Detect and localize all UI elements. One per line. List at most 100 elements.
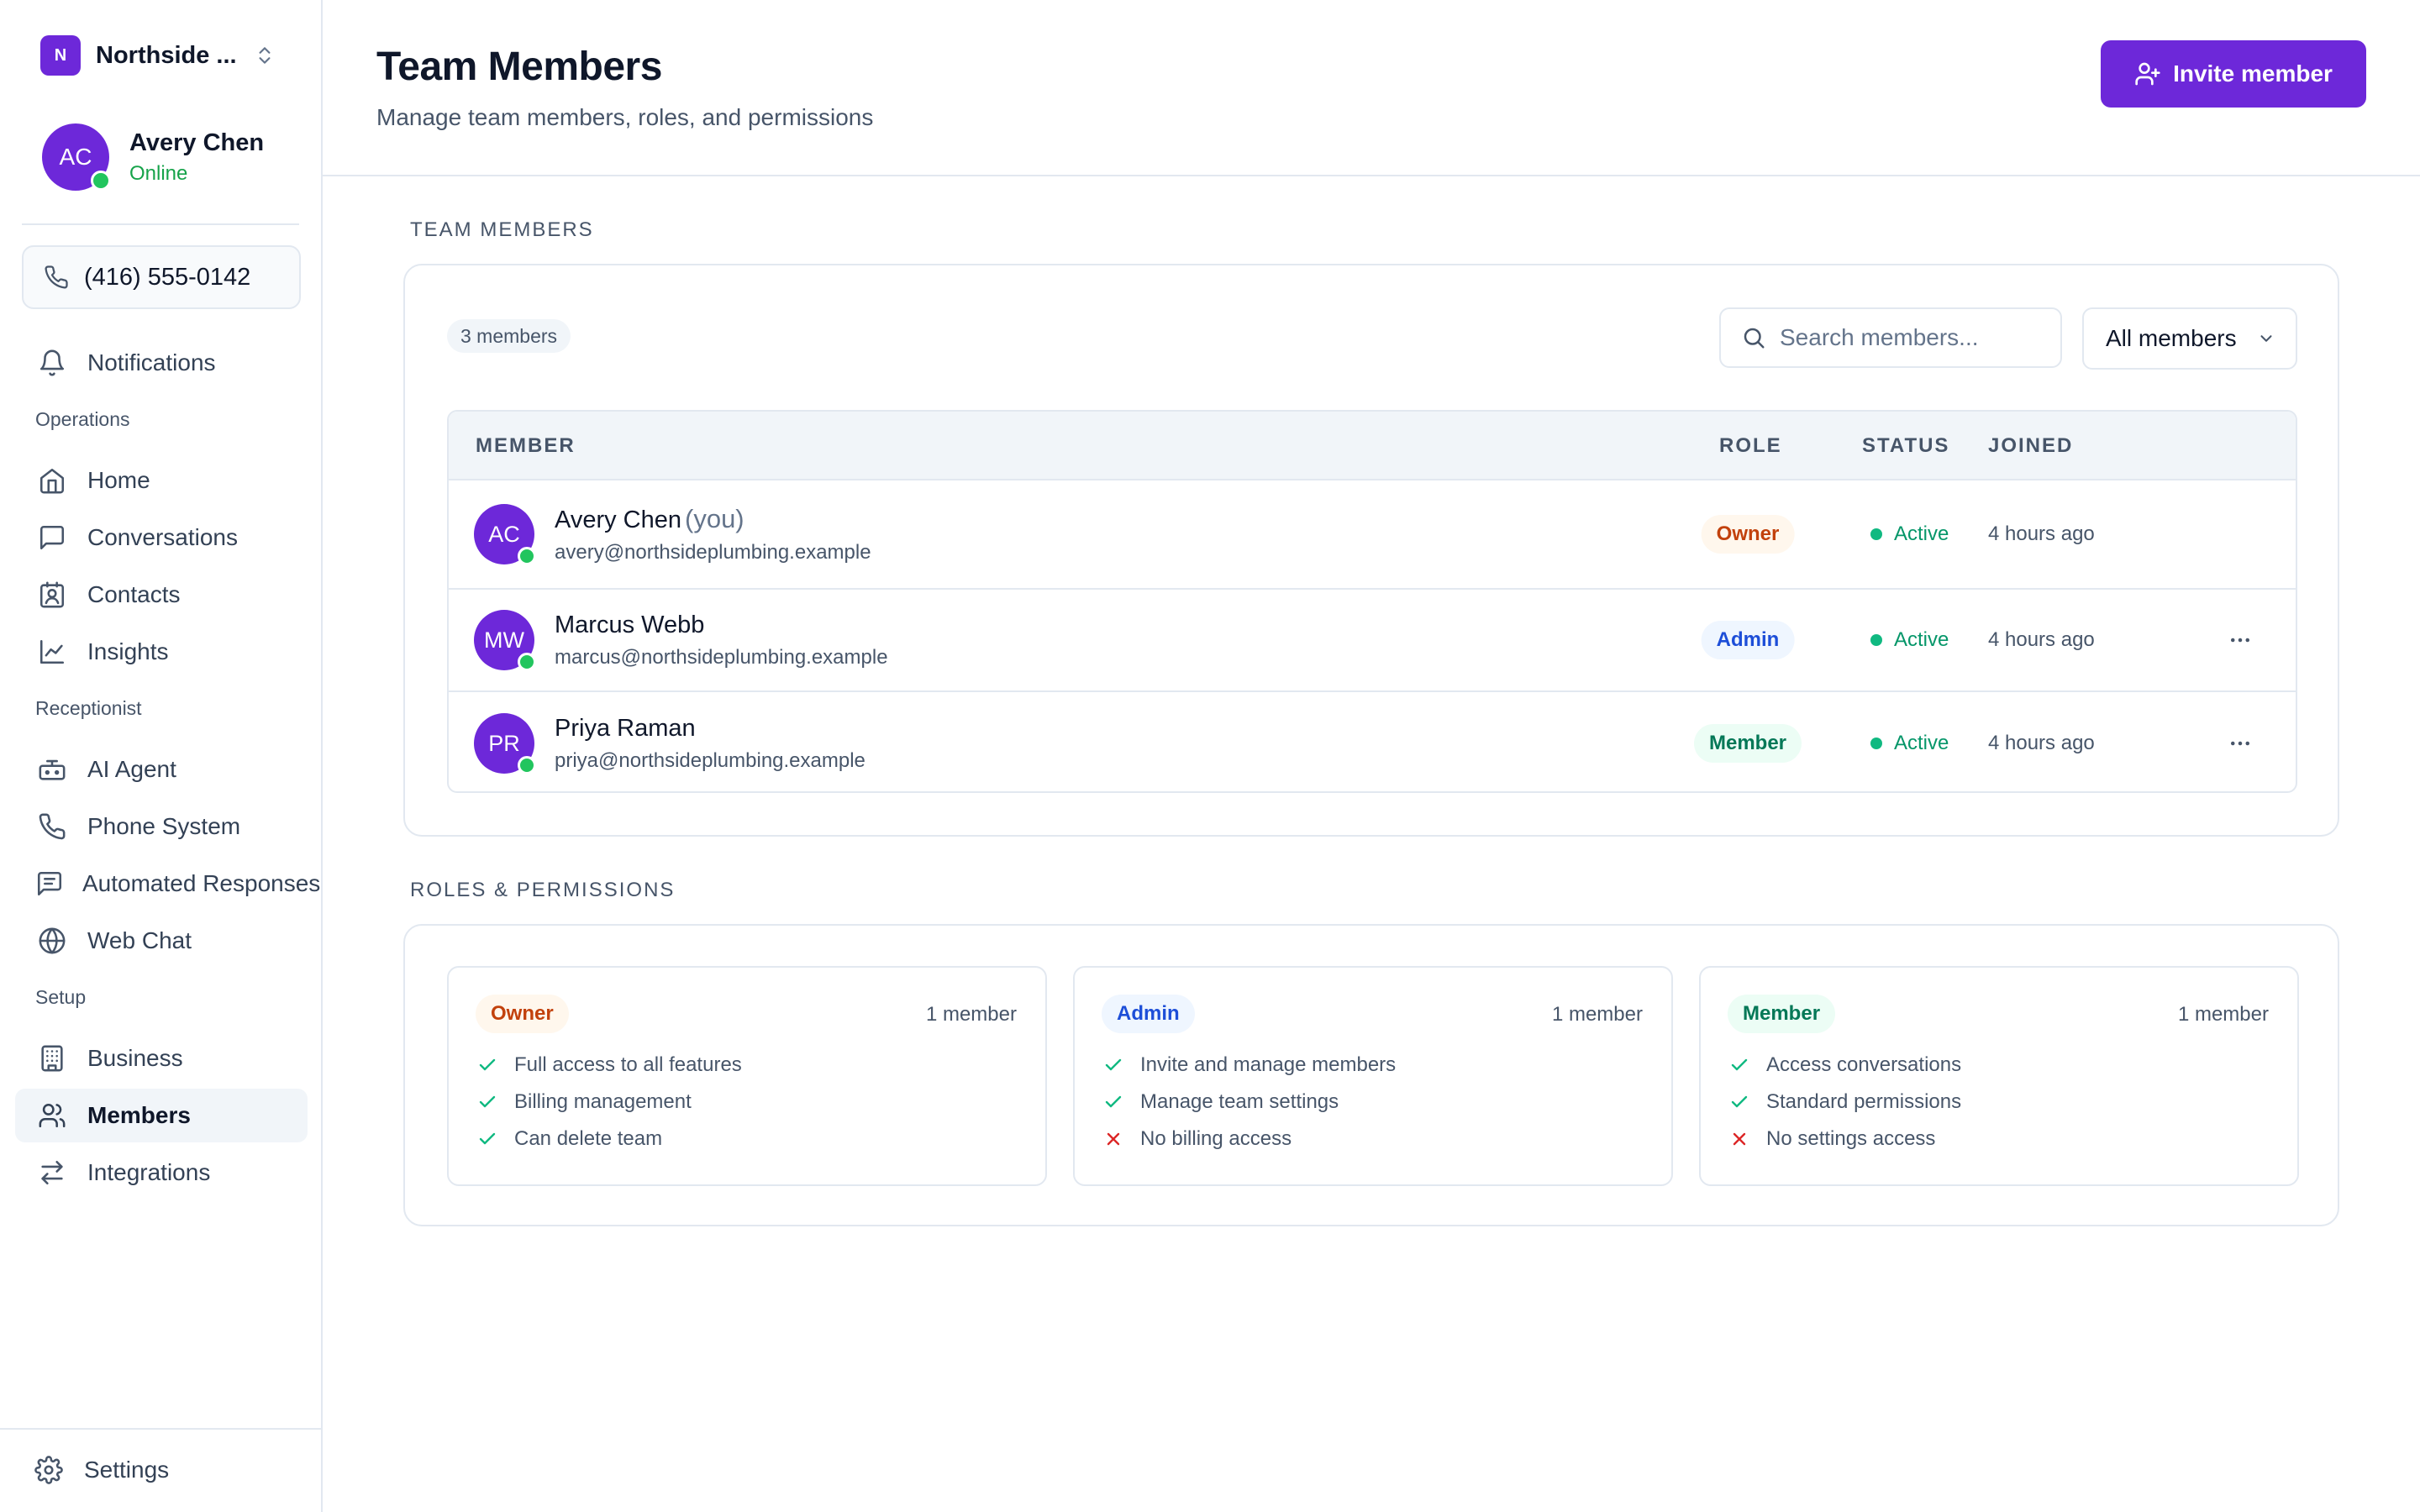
gear-icon <box>32 1453 66 1487</box>
message-text-icon <box>35 867 64 900</box>
user-status: Online <box>129 161 188 185</box>
building-icon <box>35 1042 69 1075</box>
permission-item: Can delete team <box>477 1127 662 1151</box>
table-row[interactable]: AC Avery Chen (you) avery@northsideplumbi… <box>449 480 2296 590</box>
role-badge: Owner <box>1701 515 1795 554</box>
nav-members[interactable]: Members <box>15 1089 308 1142</box>
check-icon <box>1103 1055 1123 1075</box>
nav-contacts[interactable]: Contacts <box>15 568 308 622</box>
nav-label: Business <box>87 1045 183 1071</box>
x-icon <box>1103 1129 1123 1149</box>
nav-label: Members <box>87 1102 191 1128</box>
sidebar: N Northside ... AC Avery Chen Online (41… <box>0 0 323 1512</box>
nav-home[interactable]: Home <box>15 454 308 507</box>
column-header-member: MEMBER <box>476 434 576 457</box>
nav-settings[interactable]: Settings <box>12 1443 304 1497</box>
status-indicator: Active <box>1870 732 1949 755</box>
check-icon <box>477 1055 497 1075</box>
member-email: marcus@northsideplumbing.example <box>555 645 888 669</box>
row-actions-button[interactable] <box>2223 727 2257 760</box>
permission-item: Full access to all features <box>477 1053 742 1077</box>
avatar: PR <box>474 713 536 774</box>
status-text: Active <box>1894 522 1949 545</box>
section-label-roles: ROLES & PERMISSIONS <box>410 879 676 901</box>
nav-section-receptionist: Receptionist <box>35 697 142 719</box>
phone-number: (416) 555-0142 <box>84 263 251 291</box>
users-icon <box>35 1099 69 1132</box>
avatar: AC <box>474 504 536 565</box>
permission-text: Access conversations <box>1766 1053 1962 1076</box>
nav-section-setup: Setup <box>35 986 87 1008</box>
more-horizontal-icon <box>2228 731 2253 756</box>
nav-label: Insights <box>87 638 169 664</box>
table-header: MEMBER ROLE STATUS JOINED <box>449 412 2296 480</box>
nav-label: Notifications <box>87 349 216 375</box>
permission-item: Billing management <box>477 1090 692 1114</box>
member-count-badge: 3 members <box>447 319 571 353</box>
member-filter-select[interactable]: All members <box>2082 307 2297 370</box>
team-members-card: 3 members All members MEMBER ROLE STATUS… <box>403 264 2339 837</box>
search-input[interactable] <box>1780 324 2049 351</box>
nav-integrations[interactable]: Integrations <box>15 1146 308 1200</box>
bell-icon <box>35 346 69 380</box>
status-text: Active <box>1894 628 1949 651</box>
current-user[interactable]: AC Avery Chen Online <box>42 123 294 192</box>
row-actions-button[interactable] <box>2223 623 2257 657</box>
role-card-member: Member 1 member Access conversations Sta… <box>1699 966 2299 1186</box>
divider <box>323 175 2420 176</box>
phone-number-button[interactable]: (416) 555-0142 <box>22 245 301 309</box>
permission-item: No settings access <box>1729 1127 1935 1151</box>
joined-time: 4 hours ago <box>1988 732 2095 754</box>
divider <box>22 223 299 225</box>
role-card-owner: Owner 1 member Full access to all featur… <box>447 966 1047 1186</box>
nav-conversations[interactable]: Conversations <box>15 511 308 564</box>
permission-item: Standard permissions <box>1729 1090 1961 1114</box>
member-name: Priya Raman <box>555 714 696 742</box>
user-plus-icon <box>2134 60 2161 87</box>
org-name: Northside ... <box>96 41 237 69</box>
column-header-joined: JOINED <box>1988 434 2074 457</box>
nav-automated-responses[interactable]: Automated Responses <box>15 857 320 911</box>
role-member-count: 1 member <box>925 1003 1017 1026</box>
nav-web-chat[interactable]: Web Chat <box>15 914 308 968</box>
nav-phone-system[interactable]: Phone System <box>15 800 308 853</box>
nav-label: AI Agent <box>87 756 176 782</box>
nav-label: Phone System <box>87 813 241 839</box>
member-name: Avery Chen <box>555 507 681 533</box>
arrows-exchange-icon <box>35 1156 69 1189</box>
permission-text: Can delete team <box>514 1127 663 1150</box>
contact-card-icon <box>35 578 69 612</box>
column-header-role: ROLE <box>1719 434 1782 457</box>
page-subtitle: Manage team members, roles, and permissi… <box>376 104 874 130</box>
roles-permissions-card: Owner 1 member Full access to all featur… <box>403 924 2339 1226</box>
joined-time: 4 hours ago <box>1988 628 2095 651</box>
home-icon <box>35 464 69 497</box>
online-indicator <box>91 171 111 191</box>
status-text: Active <box>1894 732 1949 754</box>
org-switcher[interactable]: N Northside ... <box>40 35 284 76</box>
line-chart-icon <box>35 635 69 669</box>
page-title: Team Members <box>376 45 662 89</box>
nav-label: Settings <box>84 1457 170 1483</box>
table-row[interactable]: PR Priya Raman priya@northsideplumbing.e… <box>449 692 2296 791</box>
invite-member-label: Invite member <box>2173 60 2333 87</box>
permission-text: Full access to all features <box>514 1053 742 1076</box>
joined-time: 4 hours ago <box>1988 522 2095 545</box>
role-badge: Member <box>1693 724 1802 763</box>
nav-insights[interactable]: Insights <box>15 625 308 679</box>
nav-ai-agent[interactable]: AI Agent <box>15 743 308 796</box>
search-box[interactable] <box>1719 307 2062 368</box>
role-member-count: 1 member <box>1551 1003 1643 1026</box>
nav-notifications[interactable]: Notifications <box>15 336 308 390</box>
role-member-count: 1 member <box>2177 1003 2269 1026</box>
avatar-initials: AC <box>59 144 92 170</box>
main-content: Team Members Manage team members, roles,… <box>323 0 2420 1512</box>
nav-business[interactable]: Business <box>15 1032 308 1085</box>
permission-item: Manage team settings <box>1103 1090 1339 1114</box>
invite-member-button[interactable]: Invite member <box>2101 40 2366 108</box>
online-indicator <box>518 547 536 565</box>
table-row[interactable]: MW Marcus Webb marcus@northsideplumbing.… <box>449 590 2296 692</box>
divider <box>0 1428 323 1430</box>
nav-label: Home <box>87 467 150 493</box>
permission-text: No billing access <box>1140 1127 1292 1150</box>
